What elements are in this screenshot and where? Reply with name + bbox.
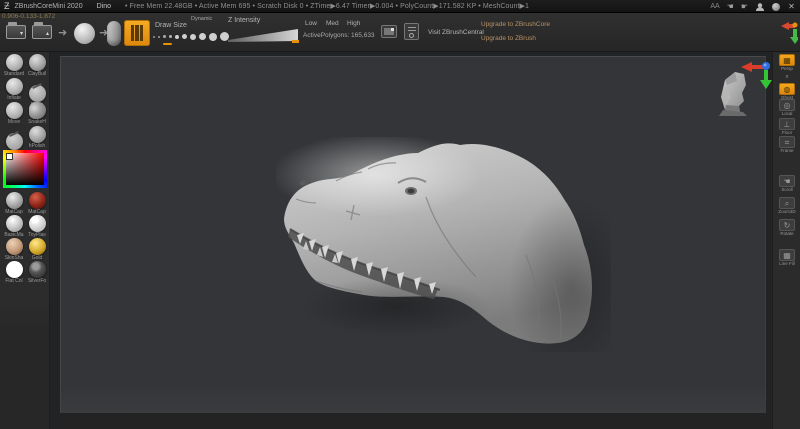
linefill-grid-icon: ▦ (779, 249, 795, 261)
rotate-button[interactable]: ↻ Rotate (773, 219, 800, 237)
gizmo-button[interactable] (124, 20, 150, 46)
material-thumb (6, 215, 23, 232)
magnifier-button[interactable]: ⌕ (773, 73, 800, 82)
session-stats: • Free Mem 22.48GB • Active Mem 695 • Sc… (125, 2, 529, 10)
material-matcap-gray[interactable]: MatCap (3, 192, 25, 215)
app-title: ZBrushCoreMini 2020 (15, 3, 83, 10)
document-footer-area (60, 414, 766, 429)
open-file-button[interactable]: ▾ (6, 25, 26, 39)
intensity-high-button[interactable]: High (347, 20, 360, 27)
material-silver[interactable]: SilverFo (26, 261, 48, 284)
local-pivot-icon: ◎ (779, 99, 795, 111)
brush-thumb (6, 102, 23, 119)
document-name: Dino (97, 3, 111, 10)
new-sphere-button[interactable] (74, 23, 95, 44)
axis-compass-icon (780, 19, 798, 47)
floor-grid-icon: ⊥ (779, 118, 795, 130)
color-picker[interactable] (3, 150, 47, 188)
material-toyplastic[interactable]: ToyPlas (26, 215, 48, 238)
magnifier-icon: ⌕ (782, 73, 792, 82)
z-intensity-marker[interactable] (292, 40, 299, 43)
frame-button[interactable]: ⌗ Frame (773, 136, 800, 154)
material-thumb (6, 238, 23, 255)
titlebar: Ƶ ZBrushCoreMini 2020 Dino • Free Mem 22… (0, 0, 800, 13)
save-file-button[interactable]: ▴ (32, 25, 52, 39)
titlebar-controls: AA ☚ ☛ ✕ (710, 0, 796, 13)
material-thumb (29, 192, 46, 209)
floor-button[interactable]: ⊥ Floor (773, 118, 800, 136)
visit-zbrushcentral-link[interactable]: Visit ZBrushCentral (428, 29, 484, 36)
material-thumb (6, 192, 23, 209)
intensity-med-button[interactable]: Med (326, 20, 339, 27)
brush-thumb (6, 78, 23, 95)
book-document-button[interactable] (404, 23, 419, 40)
zbrush-logo-icon: Ƶ (4, 1, 10, 11)
user-account-icon[interactable] (755, 2, 764, 11)
material-gold[interactable]: Gold (26, 238, 48, 261)
perspective-icon: ▦ (779, 54, 795, 66)
scroll-hand-icon: ☚ (779, 175, 795, 187)
brush-snakehook[interactable]: SnakeH (26, 102, 48, 125)
brush-move[interactable]: Move (3, 102, 25, 125)
z-intensity-slider[interactable] (228, 28, 300, 44)
material-thumb (29, 238, 46, 255)
material-skinshade[interactable]: SkinSha (3, 238, 25, 261)
brush-standard[interactable]: Standard (3, 54, 25, 77)
material-flatcolor[interactable]: Flat Col (3, 261, 25, 284)
upgrade-zbrush-link[interactable]: Upgrade to ZBrush (481, 35, 536, 42)
brush-hpolish[interactable]: hPolish (26, 126, 48, 149)
dynamic-label: Dynamic (191, 16, 212, 22)
pan-hand-icon[interactable]: ☚ (727, 3, 734, 11)
image-export-button[interactable] (381, 25, 397, 38)
material-basic[interactable]: BasicMa (3, 215, 25, 238)
material-matcap-red[interactable]: MatCap (26, 192, 48, 215)
current-color-swatch (6, 153, 13, 160)
rotate-icon: ↻ (779, 219, 795, 231)
antialias-toggle[interactable]: AA (710, 3, 719, 10)
zoom3d-button[interactable]: ⌕ Zoom3D (773, 197, 800, 215)
brush-claybuildup[interactable]: ClayBuil (26, 54, 48, 77)
material-thumb (29, 215, 46, 232)
draw-size-marker[interactable] (163, 43, 172, 45)
current-tool-thumbnail[interactable] (107, 21, 121, 46)
brush-thumb (29, 85, 46, 102)
sphere-window-icon[interactable] (771, 2, 780, 11)
brush-thumb (29, 54, 46, 71)
active-polygons-readout: ActivePolygons: 165,633 (303, 32, 375, 39)
local-button[interactable]: ◎ Local (773, 99, 800, 117)
brush-thumb (29, 126, 46, 143)
arrow-icon: ➜ (58, 28, 67, 39)
zoom-hand-icon[interactable]: ☛ (741, 3, 748, 11)
left-tray: Standard ClayBuil Inflate Pinch Move Sna… (0, 52, 50, 429)
sculpt-document[interactable] (60, 56, 766, 413)
viewport (50, 52, 772, 429)
brush-thumb (6, 54, 23, 71)
top-shelf: 0.906-0.133-1.872 ▾ ▴ ➜ ➜ Draw Size Dyna… (0, 13, 800, 52)
trex-sculpture[interactable] (276, 137, 611, 352)
z-intensity-label: Z Intensity (228, 17, 260, 24)
zoom3d-icon: ⌕ (779, 197, 795, 209)
close-icon[interactable]: ✕ (787, 2, 796, 11)
right-shelf: ▦ Persp ⌕ ◍ Ghost ◎ Local ⊥ Floor ⌗ Fram… (772, 52, 800, 429)
axis-gizmo[interactable] (739, 59, 773, 91)
frame-icon: ⌗ (779, 136, 795, 148)
intensity-low-button[interactable]: Low (305, 20, 317, 27)
material-thumb (6, 261, 23, 278)
color-picker-gradient[interactable] (6, 153, 44, 185)
linefill-button[interactable]: ▦ Line Fill (773, 249, 800, 267)
upgrade-zbrushcore-link[interactable]: Upgrade to ZBrushCore (481, 21, 550, 28)
persp-button[interactable]: ▦ Persp (773, 54, 800, 72)
brush-inflate[interactable]: Inflate (3, 78, 25, 101)
ghost-icon: ◍ (779, 83, 795, 95)
scroll-button[interactable]: ☚ Scroll (773, 175, 800, 193)
draw-size-label: Draw Size (155, 22, 187, 29)
coordinates-readout: 0.906-0.133-1.872 (2, 13, 55, 20)
material-thumb (29, 261, 46, 278)
brush-thumb (6, 133, 23, 150)
brush-thumb (29, 102, 46, 119)
